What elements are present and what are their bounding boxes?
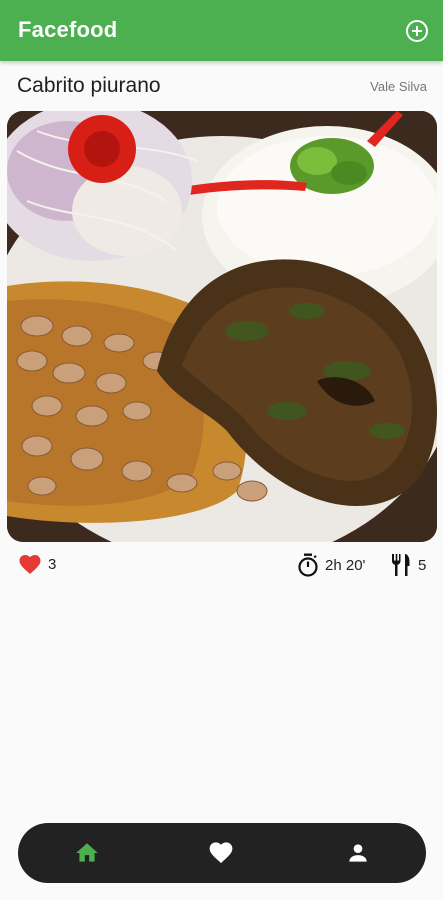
app-title: Facefood [18, 17, 118, 42]
servings-value: 5 [418, 556, 427, 574]
time-value: 2h 20' [325, 556, 366, 574]
add-circle-icon [406, 20, 428, 42]
add-recipe-button[interactable] [405, 19, 429, 43]
nav-favorites-button[interactable] [208, 840, 234, 866]
nav-home-button[interactable] [74, 840, 100, 866]
nav-profile-button[interactable] [345, 840, 371, 866]
recipe-title[interactable]: Cabrito piurano [17, 74, 161, 98]
person-icon [349, 844, 367, 862]
app-screen: Facefood Cabrito piurano Vale Silva 3 2h… [0, 0, 443, 900]
cutlery-icon [392, 554, 410, 576]
home-icon [76, 843, 98, 862]
timer-icon [298, 553, 318, 577]
prep-time: 2h 20' [297, 553, 365, 577]
like-button[interactable]: 3 [18, 553, 56, 575]
likes-count: 3 [48, 555, 57, 573]
heart-icon [209, 842, 233, 864]
recipe-stats: 3 2h 20' 5 [0, 553, 443, 579]
servings: 5 [390, 553, 426, 577]
recipe-author[interactable]: Vale Silva [370, 79, 427, 94]
bottom-navigation [18, 823, 426, 883]
recipe-photo[interactable] [7, 111, 437, 542]
heart-icon [19, 555, 41, 574]
app-bar: Facefood [0, 0, 443, 61]
